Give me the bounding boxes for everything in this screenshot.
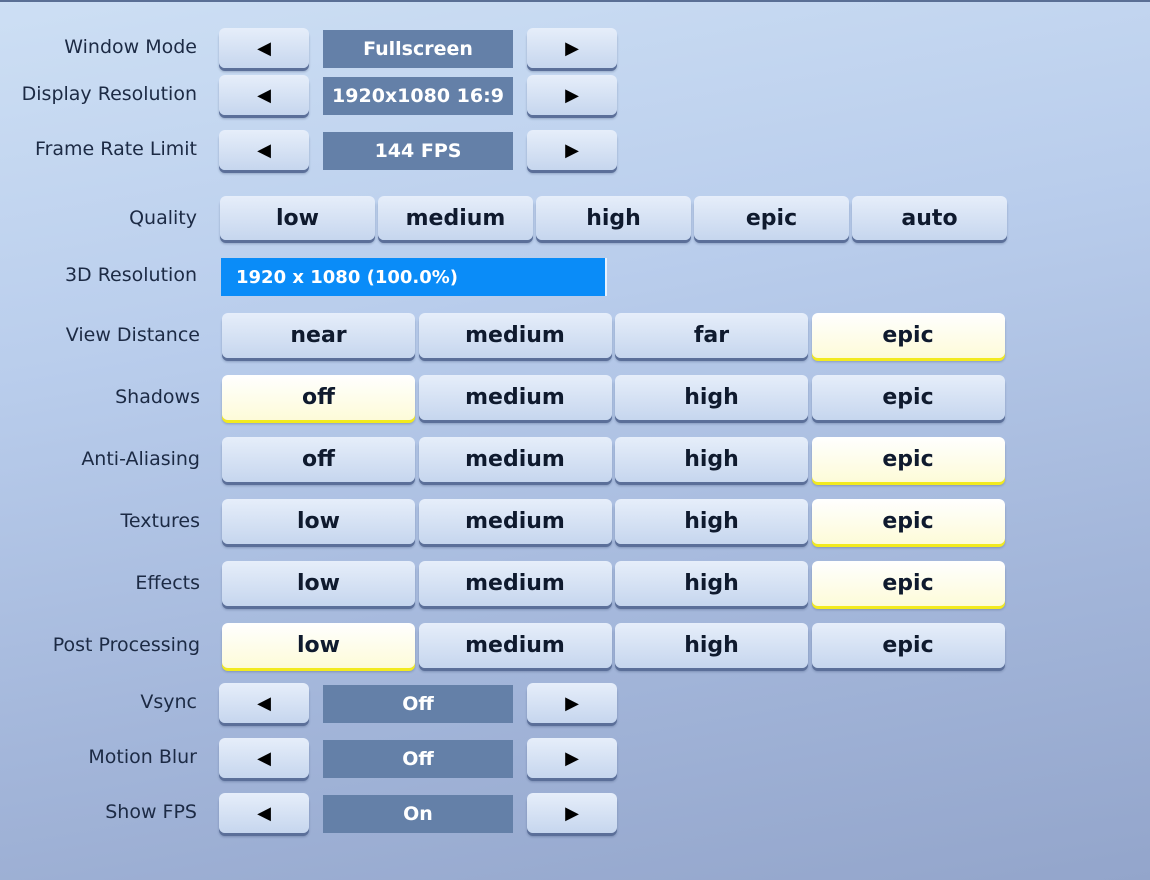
view-distance-option-near[interactable]: near: [222, 313, 415, 358]
anti-aliasing-option-high[interactable]: high: [615, 437, 808, 482]
motion-blur-label: Motion Blur: [88, 746, 197, 768]
show-fps-value: On: [323, 795, 513, 833]
3d-resolution-slider[interactable]: 1920 x 1080 (100.0%): [221, 258, 607, 296]
slider-handle[interactable]: [605, 258, 607, 296]
quality-option-high[interactable]: high: [536, 196, 691, 240]
arrow-right-icon: ▶: [565, 139, 579, 161]
frame-rate-limit-value: 144 FPS: [323, 132, 513, 170]
frame-rate-limit-prev-button[interactable]: ◀: [219, 130, 309, 170]
shadows-option-off[interactable]: off: [222, 375, 415, 420]
display-resolution-value: 1920x1080 16:9: [323, 77, 513, 115]
effects-label: Effects: [135, 572, 200, 594]
shadows-label: Shadows: [115, 386, 200, 408]
post-processing-option-medium[interactable]: medium: [418, 623, 612, 668]
arrow-left-icon: ◀: [257, 84, 271, 106]
vsync-next-button[interactable]: ▶: [527, 683, 617, 723]
motion-blur-value: Off: [323, 740, 513, 778]
view-distance-label: View Distance: [65, 324, 200, 346]
shadows-option-epic[interactable]: epic: [811, 375, 1005, 420]
quality-option-epic[interactable]: epic: [694, 196, 849, 240]
top-border: [0, 0, 1150, 2]
effects-option-epic[interactable]: epic: [811, 561, 1005, 606]
anti-aliasing-option-medium[interactable]: medium: [418, 437, 612, 482]
frame-rate-limit-next-button[interactable]: ▶: [527, 130, 617, 170]
frame-rate-limit-label: Frame Rate Limit: [35, 138, 197, 160]
textures-option-high[interactable]: high: [615, 499, 808, 544]
anti-aliasing-option-epic[interactable]: epic: [811, 437, 1005, 482]
window-mode-value: Fullscreen: [323, 30, 513, 68]
window-mode-next-button[interactable]: ▶: [527, 28, 617, 68]
effects-option-low[interactable]: low: [222, 561, 415, 606]
vsync-value: Off: [323, 685, 513, 723]
view-distance-option-epic[interactable]: epic: [811, 313, 1005, 358]
arrow-left-icon: ◀: [257, 802, 271, 824]
post-processing-label: Post Processing: [52, 634, 200, 656]
view-distance-option-far[interactable]: far: [615, 313, 808, 358]
post-processing-option-epic[interactable]: epic: [811, 623, 1005, 668]
show-fps-prev-button[interactable]: ◀: [219, 793, 309, 833]
window-mode-prev-button[interactable]: ◀: [219, 28, 309, 68]
display-resolution-prev-button[interactable]: ◀: [219, 75, 309, 115]
quality-option-medium[interactable]: medium: [378, 196, 533, 240]
arrow-left-icon: ◀: [257, 692, 271, 714]
textures-label: Textures: [120, 510, 200, 532]
arrow-right-icon: ▶: [565, 802, 579, 824]
show-fps-label: Show FPS: [105, 801, 197, 823]
3d-resolution-value: 1920 x 1080 (100.0%): [236, 266, 459, 288]
quality-option-auto[interactable]: auto: [852, 196, 1007, 240]
display-resolution-label: Display Resolution: [21, 83, 197, 105]
shadows-option-medium[interactable]: medium: [418, 375, 612, 420]
quality-label: Quality: [129, 207, 197, 229]
arrow-right-icon: ▶: [565, 692, 579, 714]
window-mode-label: Window Mode: [64, 36, 197, 58]
3d-resolution-label: 3D Resolution: [64, 264, 197, 286]
effects-option-high[interactable]: high: [615, 561, 808, 606]
vsync-prev-button[interactable]: ◀: [219, 683, 309, 723]
arrow-right-icon: ▶: [565, 37, 579, 59]
shadows-option-high[interactable]: high: [615, 375, 808, 420]
vsync-label: Vsync: [140, 691, 197, 713]
textures-option-medium[interactable]: medium: [418, 499, 612, 544]
arrow-left-icon: ◀: [257, 37, 271, 59]
textures-option-low[interactable]: low: [222, 499, 415, 544]
arrow-left-icon: ◀: [257, 747, 271, 769]
anti-aliasing-label: Anti-Aliasing: [81, 448, 200, 470]
motion-blur-prev-button[interactable]: ◀: [219, 738, 309, 778]
post-processing-option-high[interactable]: high: [615, 623, 808, 668]
arrow-right-icon: ▶: [565, 747, 579, 769]
view-distance-option-medium[interactable]: medium: [418, 313, 612, 358]
quality-option-low[interactable]: low: [220, 196, 375, 240]
motion-blur-next-button[interactable]: ▶: [527, 738, 617, 778]
effects-option-medium[interactable]: medium: [418, 561, 612, 606]
arrow-left-icon: ◀: [257, 139, 271, 161]
textures-option-epic[interactable]: epic: [811, 499, 1005, 544]
anti-aliasing-option-off[interactable]: off: [222, 437, 415, 482]
show-fps-next-button[interactable]: ▶: [527, 793, 617, 833]
arrow-right-icon: ▶: [565, 84, 579, 106]
post-processing-option-low[interactable]: low: [222, 623, 415, 668]
display-resolution-next-button[interactable]: ▶: [527, 75, 617, 115]
